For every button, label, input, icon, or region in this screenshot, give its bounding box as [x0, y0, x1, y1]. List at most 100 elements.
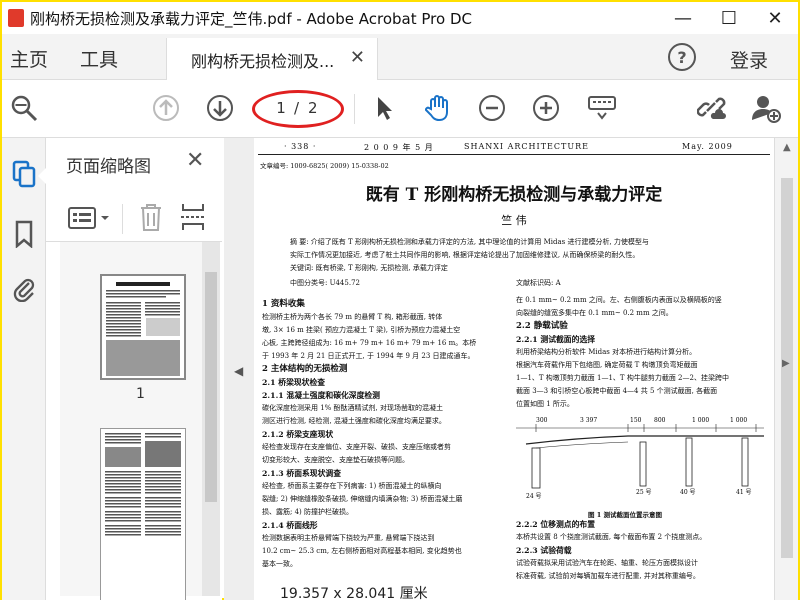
close-window-button[interactable]: ✕ [752, 2, 798, 34]
pier-24 [531, 447, 541, 489]
close-panel-icon[interactable]: ✕ [186, 148, 204, 173]
window-title: 刚构桥无损检测及承载力评定_竺伟.pdf - Adobe Acrobat Pro… [30, 10, 472, 28]
attachment-icon[interactable] [8, 272, 40, 304]
scroll-up-arrow-icon[interactable]: ▲ [783, 142, 791, 153]
dim-label: 150 [630, 417, 642, 424]
zoom-in-icon[interactable] [530, 92, 562, 124]
header-rule [258, 154, 770, 155]
tools-tab[interactable]: 工具 [80, 45, 118, 72]
bridge-soffit [535, 441, 629, 449]
extract-pages-icon[interactable] [180, 202, 206, 236]
body-text-line: 于 1993 年 2 月 21 日正式开工, 于 1994 年 9 月 23 日… [262, 352, 475, 360]
abstract-line: 实际工作情况更加接近, 考虑了桩土共同作用的影响, 根据评定结论提出了加固维修建… [290, 251, 640, 259]
body-text-line: 基本一致。 [262, 560, 297, 568]
right-column-top: 在 0.1 mm~ 0.2 mm 之间。左、右侧腹板内表面以及横隔板的竖 向裂缝的… [516, 294, 768, 411]
section-heading: 2.1.3 桥面系现状调查 [262, 469, 341, 478]
hand-tool-icon[interactable] [422, 92, 454, 124]
section-heading: 1 资料收集 [262, 299, 305, 309]
section-heading: 2.1.1 混凝土强度和碳化深度检测 [262, 391, 380, 400]
pier-40 [685, 437, 693, 487]
abstract-block: 摘 要: 介绍了既有 T 形刚构桥无损检测和承载力评定的方法, 其中理论值的计算… [290, 236, 740, 275]
thumbnail-scrollbar-thumb[interactable] [205, 272, 217, 502]
collapse-arrow-icon[interactable]: ◀ [234, 364, 243, 378]
left-nav-rail [2, 138, 46, 600]
thumbnail-tools [46, 194, 222, 242]
page-thumbnails-icon[interactable] [8, 158, 40, 190]
page-down-icon[interactable] [204, 92, 236, 124]
login-button[interactable]: 登录 [730, 46, 768, 73]
page-thumbnail-1[interactable] [100, 274, 186, 380]
thumbnail-panel-title: 页面缩略图 [66, 157, 151, 177]
pier-label: 41 号 [736, 489, 752, 496]
body-text-line: 10.2 cm~ 25.3 cm, 左右侧桥面相对高程基本相同, 变化趋势也 [262, 547, 462, 555]
document-view[interactable]: · 338 · 2 0 0 9 年 5 月 SHANXI ARCHITECTUR… [254, 138, 774, 582]
keyboard-icon[interactable] [586, 92, 618, 124]
maximize-button[interactable]: ☐ [706, 2, 752, 34]
body-text-line: 裂缝; 2) 伸缩缝橡胶条破损, 伸缩缝内填满杂物; 3) 桥面混凝土磨 [262, 495, 463, 503]
thumbnail-panel: 页面缩略图 ✕ 1 [46, 138, 222, 600]
title-bar: 刚构桥无损检测及承载力评定_竺伟.pdf - Adobe Acrobat Pro… [2, 2, 798, 34]
document-tab-label: 刚构桥无损检测及... [191, 52, 335, 71]
delete-page-icon[interactable] [138, 202, 164, 236]
toolbar-divider [354, 94, 355, 124]
document-tab-close-icon[interactable]: ✕ [350, 47, 365, 68]
document-tab[interactable]: 刚构桥无损检测及... ✕ [166, 38, 378, 80]
body-text-line: 试验荷载拟采用试验汽车在轮距、轴重、轮压方面模拟设计 [516, 559, 698, 567]
dim-label: 300 [536, 417, 548, 424]
body-text-line: 损、露筋; 4) 防撞护栏破损。 [262, 508, 353, 516]
help-icon[interactable]: ? [668, 43, 696, 71]
body-text-line: 检测桥主桥为两个各长 79 m 的悬臂 T 构, 箱形截面, 转体 [262, 313, 443, 321]
article-id: 文章编号: 1009-6825( 2009) 15-0338-02 [260, 162, 389, 170]
document-scrollbar[interactable]: ▲ ▶ [774, 138, 798, 600]
page-size-label: 19.357 x 28.041 厘米 [280, 586, 428, 600]
thumbnail-scrollbar[interactable] [202, 242, 220, 596]
home-tab[interactable]: 主页 [10, 45, 48, 72]
pier-label: 40 号 [680, 489, 696, 496]
body-text-line: 碳化深度检测采用 1% 酚酞酒精试剂, 对现场凿取的混凝土 [262, 404, 444, 412]
body-text-line: 在 0.1 mm~ 0.2 mm 之间。左、右侧腹板内表面以及横隔板的竖 [516, 296, 722, 304]
section-heading: 2.2 静载试验 [516, 321, 568, 331]
article-author: 竺 伟 [501, 214, 527, 227]
acrobat-app-icon [8, 9, 24, 27]
panel-collapse-strip[interactable]: ◀ [224, 138, 254, 600]
page-thumbnail-2[interactable] [100, 428, 186, 600]
pdf-page: · 338 · 2 0 0 9 年 5 月 SHANXI ARCHITECTUR… [254, 138, 774, 582]
scroll-right-arrow-icon[interactable]: ▶ [782, 358, 790, 369]
dim-label: 800 [654, 417, 666, 424]
body-text-line: 本桥共设置 8 个挠度测试截面, 每个截面布置 2 个挠度测点。 [516, 533, 707, 541]
status-bar: 19.357 x 28.041 厘米 [254, 582, 774, 600]
minimize-button[interactable]: — [660, 2, 706, 34]
thumbnail-list[interactable]: 1 [60, 242, 208, 600]
toolbar: 1 / 2 [2, 80, 798, 138]
clc-number: 中图分类号: U445.72 [290, 279, 360, 287]
left-column: 1 资料收集 检测桥主桥为两个各长 79 m 的悬臂 T 构, 箱形截面, 转体… [262, 298, 506, 571]
body-text-line: 检测数据表明主桥悬臂端下挠较为严重, 悬臂端下挠达到 [262, 534, 435, 542]
search-zoom-icon[interactable] [8, 92, 40, 124]
dim-label: 1 000 [730, 417, 747, 424]
document-code: 文献标识码: A [516, 279, 561, 287]
thumbnail-options-icon[interactable] [68, 206, 112, 234]
dim-label: 3 397 [580, 417, 597, 424]
header-right: May. 2009 [682, 142, 733, 151]
body-text-line: 切变形较大、支座脱空、支座垫石破损等问题。 [262, 456, 409, 464]
link-cloud-icon[interactable] [696, 92, 728, 124]
thumbnail-page-number: 1 [136, 386, 145, 402]
pier-label: 25 号 [636, 489, 652, 496]
dim-label: 1 000 [692, 417, 709, 424]
body-text-line: 测区进行检测, 经检测, 混凝土强度和碳化深度均满足要求。 [262, 417, 446, 425]
select-cursor-icon[interactable] [368, 92, 400, 124]
page-up-icon[interactable] [150, 92, 182, 124]
zoom-out-icon[interactable] [476, 92, 508, 124]
add-user-icon[interactable] [750, 92, 782, 124]
body-text-line: 标准荷载, 试验前对每辆加载车进行配重, 并对其称重编号。 [516, 572, 700, 580]
tools-divider [122, 204, 123, 234]
pier-label: 24 号 [526, 493, 542, 500]
body-text-line: 墩, 3× 16 m 挂梁( 预应力混凝土 T 梁), 引桥为预应力混凝土空 [262, 326, 461, 334]
header-date: 2 0 0 9 年 5 月 [364, 143, 434, 152]
section-heading: 2.1.2 桥梁支座现状 [262, 430, 334, 439]
bridge-deck [525, 435, 764, 445]
right-column-bottom: 2.2.2 位移测点的布置 本桥共设置 8 个挠度测试截面, 每个截面布置 2 … [516, 518, 768, 582]
body-text-line: 根据汽车荷载作用下包络图, 确定荷载 T 构墩顶负弯矩截面 [516, 361, 698, 369]
bookmark-icon[interactable] [8, 218, 40, 250]
pier-41 [741, 437, 749, 487]
